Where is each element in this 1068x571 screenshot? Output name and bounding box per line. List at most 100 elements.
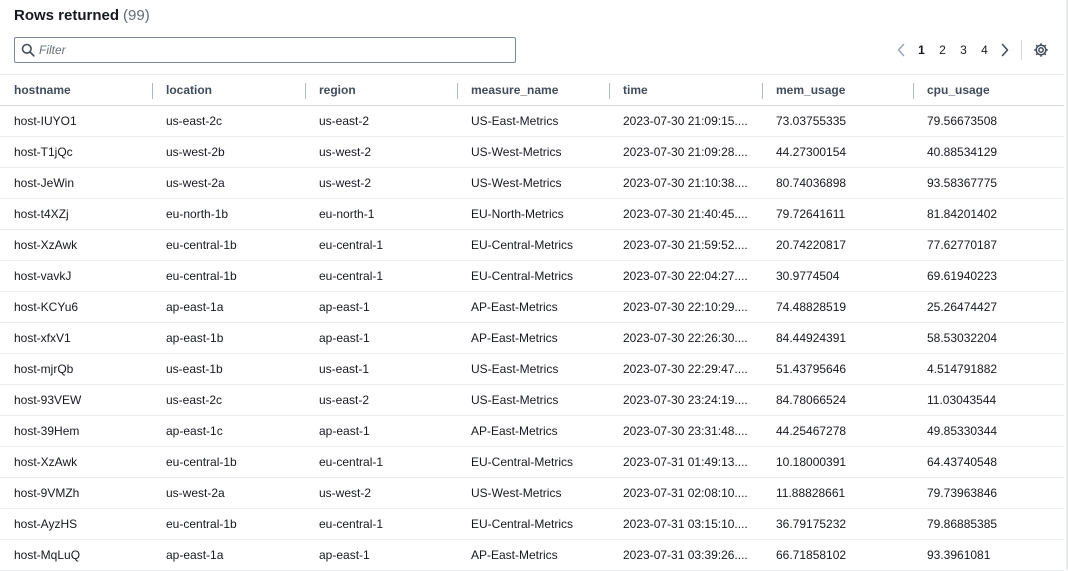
- hostname-cell: host-IUYO1: [0, 105, 152, 137]
- time-cell: 2023-07-31 02:08:10....: [609, 477, 762, 509]
- column-resizer[interactable]: [305, 83, 306, 99]
- location-cell: ap-east-1a: [152, 539, 305, 571]
- region-cell: us-east-2: [305, 105, 457, 137]
- region-cell: eu-north-1: [305, 198, 457, 230]
- region-cell: ap-east-1: [305, 322, 457, 354]
- cpu-usage-cell: 79.86885385: [913, 508, 1064, 540]
- pagination: 1 2 3 4: [891, 40, 1051, 60]
- mem-usage-cell: 73.03755335: [762, 105, 913, 137]
- measure-name-cell: US-West-Metrics: [457, 167, 609, 199]
- column-header-location[interactable]: location: [152, 74, 305, 106]
- page-3-button[interactable]: 3: [953, 43, 974, 57]
- column-header-region[interactable]: region: [305, 74, 457, 106]
- hostname-cell: host-39Hem: [0, 415, 152, 447]
- measure-name-cell: EU-Central-Metrics: [457, 229, 609, 261]
- time-cell: 2023-07-31 03:15:10....: [609, 508, 762, 540]
- row-count: (99): [123, 7, 150, 24]
- mem-usage-cell: 51.43795646: [762, 353, 913, 385]
- chevron-left-icon[interactable]: [891, 40, 911, 60]
- time-cell: 2023-07-30 22:10:29....: [609, 291, 762, 323]
- page-4-button[interactable]: 4: [974, 43, 995, 57]
- table-row: host-vavkJ eu-central-1b eu-central-1 EU-Ce…: [0, 260, 1064, 292]
- page-2-button[interactable]: 2: [932, 43, 953, 57]
- table-header: Rows returned (99): [14, 7, 150, 27]
- mem-usage-cell: 44.25467278: [762, 415, 913, 447]
- time-cell: 2023-07-30 22:29:47....: [609, 353, 762, 385]
- location-cell: us-west-2a: [152, 477, 305, 509]
- mem-usage-cell: 84.44924391: [762, 322, 913, 354]
- pagination-divider: [1021, 40, 1022, 60]
- page-1-button[interactable]: 1: [911, 43, 932, 57]
- table-row: host-xfxV1 ap-east-1b ap-east-1 AP-East-Met…: [0, 322, 1064, 354]
- location-cell: eu-central-1b: [152, 229, 305, 261]
- location-cell: us-east-2c: [152, 105, 305, 137]
- time-cell: 2023-07-31 01:49:13....: [609, 446, 762, 478]
- region-cell: ap-east-1: [305, 539, 457, 571]
- measure-name-cell: US-East-Metrics: [457, 353, 609, 385]
- gear-icon[interactable]: [1031, 40, 1051, 60]
- column-header-mem-usage[interactable]: mem_usage: [762, 74, 913, 106]
- time-cell: 2023-07-31 03:39:26....: [609, 539, 762, 571]
- column-header-hostname[interactable]: hostname: [0, 74, 152, 106]
- hostname-cell: host-MqLuQ: [0, 539, 152, 571]
- measure-name-cell: AP-East-Metrics: [457, 291, 609, 323]
- time-cell: 2023-07-30 21:10:38....: [609, 167, 762, 199]
- cpu-usage-cell: 11.03043544: [913, 384, 1064, 416]
- region-cell: ap-east-1: [305, 415, 457, 447]
- column-header-measure-name[interactable]: measure_name: [457, 74, 609, 106]
- time-cell: 2023-07-30 23:31:48....: [609, 415, 762, 447]
- location-cell: eu-central-1b: [152, 446, 305, 478]
- mem-usage-cell: 20.74220817: [762, 229, 913, 261]
- time-cell: 2023-07-30 21:09:15....: [609, 105, 762, 137]
- mem-usage-cell: 74.48828519: [762, 291, 913, 323]
- cpu-usage-cell: 4.514791882: [913, 353, 1064, 385]
- column-header-time[interactable]: time: [609, 74, 762, 106]
- region-cell: us-east-1: [305, 353, 457, 385]
- results-table: hostname location region measure_name ti…: [0, 74, 1064, 571]
- filter-input[interactable]: [39, 38, 509, 62]
- search-icon: [21, 43, 35, 57]
- measure-name-cell: US-West-Metrics: [457, 136, 609, 168]
- region-cell: eu-central-1: [305, 229, 457, 261]
- location-cell: eu-north-1b: [152, 198, 305, 230]
- hostname-cell: host-KCYu6: [0, 291, 152, 323]
- cpu-usage-cell: 79.73963846: [913, 477, 1064, 509]
- hostname-cell: host-AyzHS: [0, 508, 152, 540]
- mem-usage-cell: 84.78066524: [762, 384, 913, 416]
- table-row: host-9VMZh us-west-2a us-west-2 US-West-Met…: [0, 477, 1064, 509]
- table-row: host-39Hem ap-east-1c ap-east-1 AP-East-Met…: [0, 415, 1064, 447]
- measure-name-cell: US-East-Metrics: [457, 384, 609, 416]
- measure-name-cell: AP-East-Metrics: [457, 322, 609, 354]
- table-row: host-mjrQb us-east-1b us-east-1 US-East-Met…: [0, 353, 1064, 385]
- region-cell: eu-central-1: [305, 260, 457, 292]
- table-row: host-IUYO1 us-east-2c us-east-2 US-East-Met…: [0, 105, 1064, 137]
- hostname-cell: host-vavkJ: [0, 260, 152, 292]
- column-resizer[interactable]: [609, 83, 610, 99]
- chevron-right-icon[interactable]: [995, 40, 1015, 60]
- measure-name-cell: US-West-Metrics: [457, 477, 609, 509]
- cpu-usage-cell: 69.61940223: [913, 260, 1064, 292]
- hostname-cell: host-T1jQc: [0, 136, 152, 168]
- time-cell: 2023-07-30 22:04:27....: [609, 260, 762, 292]
- table-row: host-KCYu6 ap-east-1a ap-east-1 AP-East-Met…: [0, 291, 1064, 323]
- column-header-cpu-usage[interactable]: cpu_usage: [913, 74, 1064, 106]
- region-cell: us-east-2: [305, 384, 457, 416]
- measure-name-cell: AP-East-Metrics: [457, 539, 609, 571]
- region-cell: us-west-2: [305, 136, 457, 168]
- table-header-row: hostname location region measure_name ti…: [0, 74, 1064, 106]
- table-row: host-XzAwk eu-central-1b eu-central-1 EU-Ce…: [0, 229, 1064, 261]
- table-row: host-93VEW us-east-2c us-east-2 US-East-Met…: [0, 384, 1064, 416]
- mem-usage-cell: 79.72641611: [762, 198, 913, 230]
- measure-name-cell: AP-East-Metrics: [457, 415, 609, 447]
- column-resizer[interactable]: [457, 83, 458, 99]
- column-resizer[interactable]: [913, 83, 914, 99]
- table-row: host-MqLuQ ap-east-1a ap-east-1 AP-East-Met…: [0, 539, 1064, 571]
- table-row: host-AyzHS eu-central-1b eu-central-1 EU-Ce…: [0, 508, 1064, 540]
- measure-name-cell: EU-North-Metrics: [457, 198, 609, 230]
- table-body: host-IUYO1 us-east-2c us-east-2 US-East-Met…: [0, 105, 1064, 571]
- column-resizer[interactable]: [152, 83, 153, 99]
- column-resizer[interactable]: [762, 83, 763, 99]
- filter-box[interactable]: [14, 37, 516, 63]
- mem-usage-cell: 80.74036898: [762, 167, 913, 199]
- measure-name-cell: US-East-Metrics: [457, 105, 609, 137]
